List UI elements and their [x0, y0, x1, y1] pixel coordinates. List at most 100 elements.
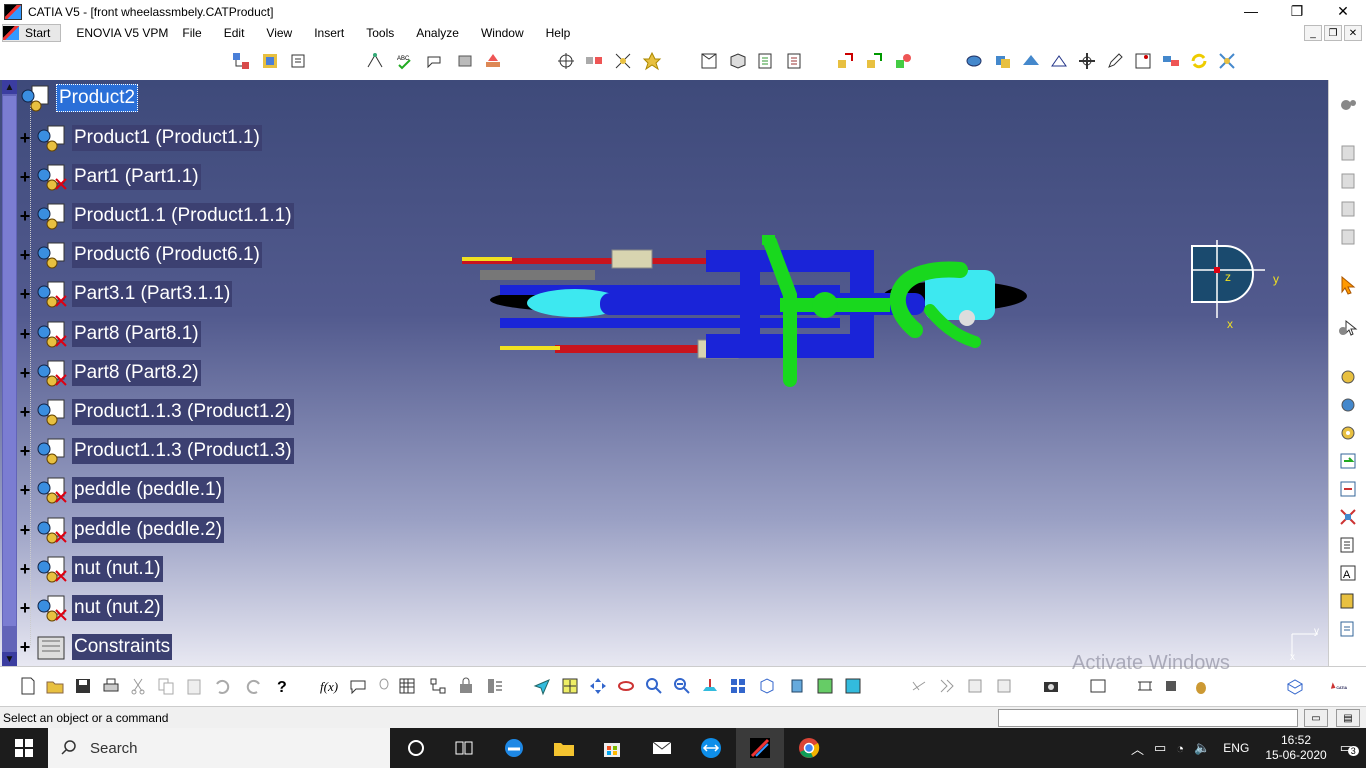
constraint-contact-icon[interactable] [727, 50, 749, 72]
select-trap-icon[interactable] [1337, 318, 1359, 340]
zoom-out-icon[interactable] [671, 675, 693, 697]
mass-icon[interactable] [1190, 675, 1212, 697]
smart-move-icon[interactable] [641, 50, 663, 72]
mechanical-icon[interactable] [964, 675, 986, 697]
3d-viewport[interactable]: ▲ ▼ Product2 + Product1 (Product1.1) + Part… [0, 80, 1328, 666]
volume-icon[interactable]: 🔈 [1194, 740, 1210, 756]
file-explorer-icon[interactable] [540, 728, 588, 768]
maximize-button[interactable]: ❐ [1274, 0, 1320, 22]
chrome-icon[interactable] [785, 728, 833, 768]
analysis-icon[interactable] [936, 675, 958, 697]
undo-icon[interactable] [211, 675, 233, 697]
taskbar-search-box[interactable]: Search [48, 728, 390, 768]
menu-help[interactable]: Help [539, 26, 578, 40]
sectioning-icon[interactable] [1020, 50, 1042, 72]
bom-icon[interactable] [1132, 50, 1154, 72]
shading-icon[interactable] [786, 675, 808, 697]
system-clock[interactable]: 16:52 15-06-2020 [1265, 733, 1326, 763]
wifi-icon[interactable]: ◔ [1176, 741, 1184, 756]
select-arrow-icon[interactable] [1337, 274, 1359, 296]
assembly-design-icon[interactable] [1337, 142, 1359, 164]
reuse-pattern-icon[interactable] [1337, 394, 1359, 416]
task-view-icon[interactable] [440, 728, 488, 768]
print-icon[interactable] [100, 675, 122, 697]
rotate-icon[interactable] [615, 675, 637, 697]
fly-mode-icon[interactable] [531, 675, 553, 697]
assembly-features-icon[interactable] [1337, 170, 1359, 192]
pattern-icon[interactable] [1337, 366, 1359, 388]
zoom-in-icon[interactable] [643, 675, 665, 697]
normal-view-icon[interactable] [699, 675, 721, 697]
battery-icon[interactable]: ▭ [1154, 740, 1166, 756]
copy-icon[interactable] [155, 675, 177, 697]
pan-icon[interactable] [587, 675, 609, 697]
chevron-up-icon[interactable]: ︿ [1131, 739, 1144, 758]
constraint-coincidence-icon[interactable] [698, 50, 720, 72]
notification-center-icon[interactable]: ▭ 3 [1340, 740, 1359, 756]
snapshot-icon[interactable] [454, 50, 476, 72]
multi-view-icon[interactable] [727, 675, 749, 697]
catalog-icon[interactable] [1160, 50, 1182, 72]
measure-item-icon[interactable] [1162, 675, 1184, 697]
design-mode-icon[interactable] [484, 675, 506, 697]
command-clear-button[interactable]: ▤ [1336, 709, 1360, 727]
product-structure-icon[interactable] [230, 50, 252, 72]
lightbulb-icon[interactable] [373, 675, 395, 697]
catalog-browser-icon[interactable] [1337, 478, 1359, 500]
iso-view-icon[interactable] [756, 675, 778, 697]
manipulate-icon[interactable] [555, 50, 577, 72]
fix-component-icon[interactable] [834, 50, 856, 72]
new-document-icon[interactable] [17, 675, 39, 697]
open-folder-icon[interactable] [44, 675, 66, 697]
gear-icon[interactable] [1337, 94, 1359, 116]
minimize-button[interactable]: — [1228, 0, 1274, 22]
text-annotation-icon[interactable]: A [1337, 562, 1359, 584]
redo-icon[interactable] [243, 675, 265, 697]
cache-icon[interactable] [455, 675, 477, 697]
hide-show-icon[interactable] [814, 675, 836, 697]
annotation-icon[interactable] [424, 50, 446, 72]
teamviewer-icon[interactable] [687, 728, 735, 768]
scene-icon[interactable] [1087, 675, 1109, 697]
space-analysis-icon[interactable] [963, 50, 985, 72]
spell-icon[interactable]: ABC [394, 50, 416, 72]
view-annotation-icon[interactable] [1337, 618, 1359, 640]
start-menu[interactable]: Start [2, 24, 62, 42]
table-icon[interactable] [396, 675, 418, 697]
windows-start-button[interactable] [0, 728, 48, 768]
help-icon[interactable]: ? [272, 675, 294, 697]
clash-icon[interactable] [992, 50, 1014, 72]
wheel-assembly-model[interactable] [0, 80, 1328, 666]
menu-view[interactable]: View [259, 26, 299, 40]
parameters-icon[interactable] [993, 675, 1015, 697]
generate-numbering-icon[interactable] [1337, 534, 1359, 556]
sub-assembly-icon[interactable] [1337, 198, 1359, 220]
menu-enovia[interactable]: ENOVIA V5 VPM [69, 26, 175, 40]
scenes-icon[interactable] [1076, 50, 1098, 72]
camera-icon[interactable] [1040, 675, 1062, 697]
knowledge-icon[interactable] [347, 675, 369, 697]
existing-component-icon[interactable] [259, 50, 281, 72]
constraint-update-icon[interactable] [908, 675, 930, 697]
power-input-field[interactable] [998, 709, 1298, 727]
fix-together-icon[interactable] [863, 50, 885, 72]
distance-band-icon[interactable] [1134, 675, 1156, 697]
cut-icon[interactable] [127, 675, 149, 697]
tree-expand-icon[interactable] [427, 675, 449, 697]
multi-instantiation-icon[interactable] [1337, 422, 1359, 444]
compass[interactable]: z y x [1185, 160, 1295, 343]
quick-constraint-icon[interactable] [892, 50, 914, 72]
close-button[interactable]: ✕ [1320, 0, 1366, 22]
explode-icon[interactable] [583, 50, 605, 72]
menu-analyze[interactable]: Analyze [409, 26, 466, 40]
update-icon[interactable] [1188, 50, 1210, 72]
snap-icon[interactable] [612, 50, 634, 72]
menu-window[interactable]: Window [474, 26, 531, 40]
distance-icon[interactable] [1048, 50, 1070, 72]
save-icon[interactable] [72, 675, 94, 697]
doc-restore-button[interactable]: ❐ [1324, 25, 1342, 41]
command-history-button[interactable]: ▭ [1304, 709, 1328, 727]
menu-file[interactable]: File [175, 26, 208, 40]
reorder-icon[interactable] [1216, 50, 1238, 72]
symmetry-icon[interactable] [1337, 226, 1359, 248]
